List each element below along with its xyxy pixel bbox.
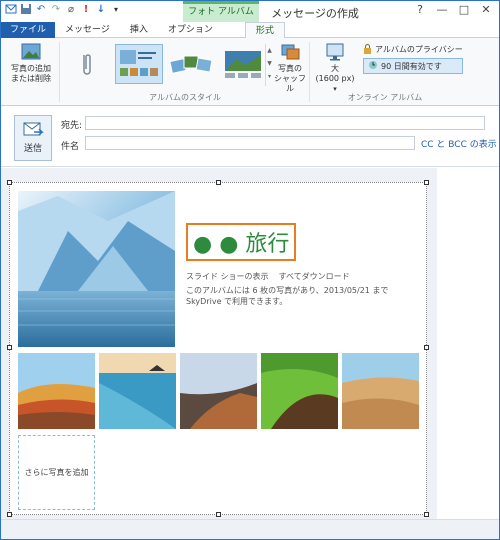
thumbnail-photo[interactable] [99,353,176,429]
maximize-button[interactable]: □ [453,1,475,21]
window-controls: ? — □ ✕ [409,1,497,21]
style-paperclip[interactable] [63,44,111,84]
album-description: このアルバムには 6 枚の写真があり、2013/05/21 まで SkyDriv… [186,286,389,306]
thumbnail-photo[interactable] [18,353,95,429]
help-icon[interactable]: ? [409,1,431,21]
online-album-group-label: オンライン アルバム [347,93,423,102]
ribbon-tabs: ファイル メッセージ 挿入 オプション 形式 [1,22,499,39]
thumbnail-photo[interactable] [342,353,419,429]
style-tiles[interactable] [115,44,163,84]
resize-handle[interactable] [7,512,12,517]
style-filmstrip[interactable] [219,44,267,84]
shuffle-label-1: 写真の [278,64,302,73]
album-title[interactable]: ● ● 旅行 [193,226,289,258]
thumbnail-row [18,353,419,429]
resize-handle[interactable] [7,180,12,185]
message-body: ● ● 旅行 スライド ショーの表示 すべてダウンロード このアルバムには 6 … [1,168,499,519]
tab-message[interactable]: メッセージ [55,22,120,38]
tab-file[interactable]: ファイル [1,22,56,38]
lock-icon [363,43,372,56]
add-remove-label-2: または削除 [11,74,51,83]
title-bar: ↶ ↷ ⌀ ! ↓ ▾ フォト アルバム ツール メッセージの作成 ? — □ … [1,1,499,33]
photo-size-button[interactable]: 大 (1600 px) ▾ [313,42,357,94]
album-style-group-label: アルバムのスタイル [149,93,221,102]
tab-insert[interactable]: 挿入 [120,22,158,38]
to-field[interactable] [85,116,485,130]
compose-window: ↶ ↷ ⌀ ! ↓ ▾ フォト アルバム ツール メッセージの作成 ? — □ … [0,0,500,540]
tab-options[interactable]: オプション [158,22,223,38]
thumbnail-photo[interactable] [261,353,338,429]
add-remove-photos-button[interactable]: 写真の追加 または削除 [7,42,55,84]
privacy-group: アルバムのプライバシー 90 日間有効です [363,43,463,74]
album-links: スライド ショーの表示 すべてダウンロード [186,271,350,282]
monitor-icon [324,42,346,62]
album-title-box[interactable]: ● ● 旅行 [186,223,297,261]
send-icon [15,120,51,141]
expiry-label: 90 日間有効です [381,61,442,71]
subject-label: 件名 [61,142,80,152]
separator [309,42,310,102]
size-label-1: 大 [331,64,339,73]
resize-handle[interactable] [216,180,221,185]
tab-format[interactable]: 形式 [244,22,285,39]
shuffle-photos-button[interactable]: 写真の シャッフル [273,42,307,94]
send-button[interactable]: 送信 [14,115,52,161]
style-scattered[interactable] [167,44,215,84]
separator [59,42,60,102]
slideshow-link[interactable]: スライド ショーの表示 [186,271,269,282]
download-all-link[interactable]: すべてダウンロード [279,271,350,282]
size-label-2: (1600 px) [315,74,355,83]
photo-album[interactable]: ● ● 旅行 スライド ショーの表示 すべてダウンロード このアルバムには 6 … [7,180,429,517]
album-style-gallery [63,44,273,86]
message-header: 送信 宛先: 件名 CC と BCC の表示 [1,107,499,167]
add-more-photos[interactable]: さらに写真を追加 [18,435,95,510]
resize-handle[interactable] [424,512,429,517]
status-bar [1,519,499,539]
body-right-margin [437,168,499,519]
to-label: 宛先: [61,121,83,131]
resize-handle[interactable] [216,512,221,517]
thumbnail-photo[interactable] [180,353,257,429]
gallery-scroll[interactable]: ▲ ▼ ▾ [265,44,273,86]
close-button[interactable]: ✕ [475,1,497,21]
resize-handle[interactable] [424,180,429,185]
expiry-button[interactable]: 90 日間有効です [363,58,463,74]
ribbon: 写真の追加 または削除 ▲ ▼ ▾ 写真の シャッフル 大 (1600 px) … [1,38,499,106]
album-privacy-button[interactable]: アルバムのプライバシー [363,43,463,56]
privacy-label: アルバムのプライバシー [375,45,463,54]
photos-icon [20,42,42,62]
send-label: 送信 [23,144,42,154]
add-remove-label-1: 写真の追加 [11,64,51,73]
minimize-button[interactable]: — [431,1,453,21]
resize-handle[interactable] [7,345,12,350]
cc-bcc-link[interactable]: CC と BCC の表示 [421,137,497,150]
shuffle-icon [279,42,301,62]
shuffle-label-2: シャッフル [274,74,306,93]
subject-field[interactable] [85,136,415,150]
hero-photo[interactable] [18,191,175,347]
clock-globe-icon [368,60,378,72]
resize-handle[interactable] [424,345,429,350]
